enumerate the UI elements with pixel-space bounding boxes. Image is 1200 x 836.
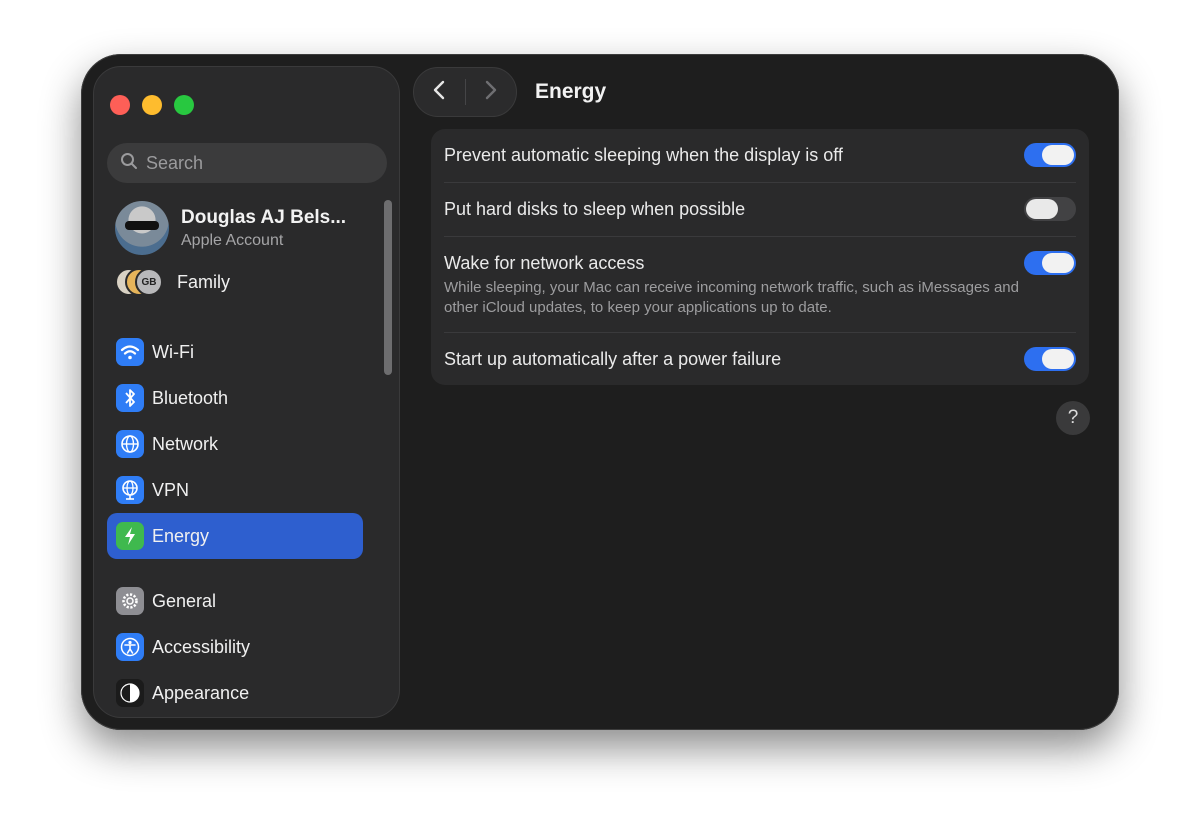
forward-button[interactable] — [465, 67, 516, 117]
setting-description: While sleeping, your Mac can receive inc… — [444, 279, 1019, 316]
sidebar-item-bluetooth[interactable]: Bluetooth — [107, 375, 363, 421]
family-avatars: GB — [115, 268, 165, 296]
setting-label: Prevent automatic sleeping when the disp… — [444, 145, 843, 165]
sidebar-item-energy[interactable]: Energy — [107, 513, 363, 559]
sidebar-item-appearance[interactable]: Appearance — [107, 670, 363, 716]
settings-window: Douglas AJ Bels... Apple Account GB Fami… — [81, 54, 1119, 730]
accessibility-icon — [116, 633, 144, 661]
account-name: Douglas AJ Bels... — [181, 206, 347, 228]
sidebar-item-general[interactable]: General — [107, 578, 363, 624]
hard-disks-sleep-toggle[interactable] — [1024, 197, 1076, 221]
power-failure-startup-toggle[interactable] — [1024, 347, 1076, 371]
divider — [444, 332, 1076, 333]
chevron-right-icon — [485, 80, 497, 105]
energy-settings-group: Prevent automatic sleeping when the disp… — [431, 129, 1089, 385]
sidebar-item-label: Accessibility — [152, 636, 251, 657]
back-button[interactable] — [414, 67, 465, 117]
setting-row-prevent-sleep: Prevent automatic sleeping when the disp… — [444, 145, 1076, 166]
sidebar-item-wifi[interactable]: Wi-Fi — [107, 329, 363, 375]
search-input[interactable] — [146, 152, 366, 174]
avatar — [115, 201, 169, 255]
wake-network-toggle[interactable] — [1024, 251, 1076, 275]
zoom-window-button[interactable] — [174, 95, 194, 115]
chevron-left-icon — [433, 80, 445, 105]
lightning-icon — [116, 522, 144, 550]
divider — [444, 236, 1076, 237]
divider — [444, 182, 1076, 183]
sidebar-item-accessibility[interactable]: Accessibility — [107, 624, 363, 670]
sidebar-item-label: Appearance — [152, 682, 250, 703]
close-window-button[interactable] — [110, 95, 130, 115]
setting-row-hard-disks: Put hard disks to sleep when possible — [444, 199, 1076, 220]
page-title: Energy — [535, 80, 607, 103]
sidebar-item-label: General — [152, 590, 217, 611]
sidebar-item-network[interactable]: Network — [107, 421, 363, 467]
family-item[interactable]: GB Family — [115, 268, 230, 296]
sidebar-scrollbar[interactable] — [381, 197, 395, 702]
sidebar-item-vpn[interactable]: VPN — [107, 467, 363, 513]
family-avatar: GB — [135, 268, 163, 296]
setting-label: Put hard disks to sleep when possible — [444, 199, 746, 219]
vpn-globe-icon — [116, 476, 144, 504]
toolbar: Energy — [413, 67, 606, 117]
family-label: Family — [177, 271, 230, 292]
search-box[interactable] — [107, 143, 387, 183]
sidebar-item-label: Bluetooth — [152, 387, 229, 408]
wifi-icon — [116, 338, 144, 366]
setting-row-wake-network: Wake for network access While sleeping, … — [444, 253, 1076, 318]
search-icon — [120, 152, 138, 175]
sidebar-item-label: Energy — [152, 525, 210, 546]
sidebar-item-label: Network — [152, 433, 219, 454]
window-controls — [110, 95, 194, 115]
account-subtitle: Apple Account — [181, 231, 284, 249]
scrollbar-thumb[interactable] — [384, 200, 392, 375]
sidebar: Douglas AJ Bels... Apple Account GB Fami… — [93, 66, 400, 718]
gear-icon — [116, 587, 144, 615]
apple-account[interactable]: Douglas AJ Bels... Apple Account — [115, 201, 346, 255]
bluetooth-icon — [116, 384, 144, 412]
sidebar-item-label: Wi-Fi — [152, 341, 194, 362]
prevent-sleep-toggle[interactable] — [1024, 143, 1076, 167]
navigation-buttons — [413, 67, 517, 117]
sidebar-item-label: VPN — [152, 479, 190, 500]
globe-icon — [116, 430, 144, 458]
setting-label: Wake for network access — [444, 253, 645, 273]
minimize-window-button[interactable] — [142, 95, 162, 115]
setting-row-power-failure: Start up automatically after a power fai… — [444, 349, 1076, 370]
help-button[interactable]: ? — [1056, 401, 1090, 435]
appearance-icon — [116, 679, 144, 707]
setting-label: Start up automatically after a power fai… — [444, 349, 782, 369]
